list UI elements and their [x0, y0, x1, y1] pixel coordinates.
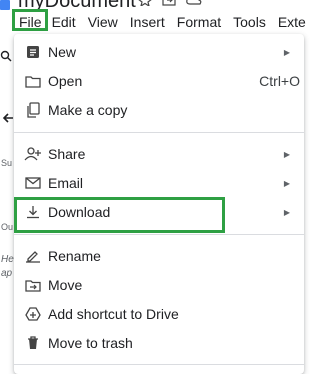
- docs-logo-icon[interactable]: [0, 0, 10, 10]
- add-person-icon: [24, 145, 42, 163]
- star-icon[interactable]: [138, 0, 152, 6]
- back-arrow-icon[interactable]: [2, 112, 14, 124]
- menu-item-label: Make a copy: [48, 102, 128, 118]
- left-strip-label-ou: Ou: [1, 222, 14, 232]
- cloud-status-icon[interactable]: [186, 0, 202, 6]
- submenu-arrow-icon: ▶: [283, 47, 290, 57]
- menu-item-move-to-trash[interactable]: Move to trash: [14, 329, 304, 357]
- menu-item-label: Move: [48, 277, 83, 293]
- move-folder-icon: [24, 276, 42, 294]
- menu-tools[interactable]: Tools: [227, 11, 272, 33]
- left-strip-line-he: He: [1, 254, 14, 265]
- menu-item-add-shortcut-to-drive[interactable]: Add shortcut to Drive: [14, 300, 304, 328]
- email-icon: [24, 174, 42, 192]
- menu-divider: [14, 364, 304, 365]
- file-menu-highlight-box: [12, 9, 48, 31]
- menu-insert[interactable]: Insert: [124, 11, 171, 33]
- menu-item-label: New: [48, 44, 77, 60]
- search-icon[interactable]: [0, 50, 12, 62]
- menu-edit[interactable]: Edit: [46, 11, 82, 33]
- menu-item-label: Share: [48, 146, 86, 162]
- copy-icon: [24, 101, 42, 119]
- left-strip-label-su: Su: [1, 158, 13, 168]
- document-icon: [24, 43, 42, 61]
- menu-divider: [14, 234, 304, 235]
- add-to-drive-icon: [24, 305, 42, 323]
- menu-item-label: Add shortcut to Drive: [48, 306, 179, 322]
- menu-item-share[interactable]: Share ▶: [14, 140, 304, 168]
- move-folder-icon[interactable]: [162, 0, 176, 6]
- keyboard-shortcut: Ctrl+O: [259, 73, 300, 89]
- submenu-arrow-icon: ▶: [283, 207, 290, 217]
- menu-item-label: Rename: [48, 248, 101, 264]
- menu-item-label: Open: [48, 73, 83, 89]
- trash-icon: [24, 334, 42, 352]
- menu-divider: [14, 132, 304, 133]
- file-dropdown-menu: New ▶ Open Ctrl+O Make a copy Share ▶ Em…: [14, 34, 304, 374]
- menu-item-open[interactable]: Open Ctrl+O: [14, 67, 304, 95]
- menu-format[interactable]: Format: [171, 11, 227, 33]
- submenu-arrow-icon: ▶: [283, 149, 290, 159]
- menu-item-label: Email: [48, 175, 84, 191]
- menu-item-new[interactable]: New ▶: [14, 38, 304, 66]
- menu-item-rename[interactable]: Rename: [14, 242, 304, 270]
- menu-extensions[interactable]: Exte: [272, 11, 312, 33]
- menu-item-email[interactable]: Email ▶: [14, 169, 304, 197]
- menu-item-label: Move to trash: [48, 335, 133, 351]
- menu-item-make-a-copy[interactable]: Make a copy: [14, 96, 304, 124]
- menu-view[interactable]: View: [82, 11, 124, 33]
- folder-icon: [24, 72, 42, 90]
- submenu-arrow-icon: ▶: [283, 178, 290, 188]
- menu-item-move[interactable]: Move: [14, 271, 304, 299]
- download-highlight-box: [14, 197, 225, 233]
- left-strip-line-ap: ap: [1, 268, 13, 279]
- rename-pencil-icon: [24, 247, 42, 265]
